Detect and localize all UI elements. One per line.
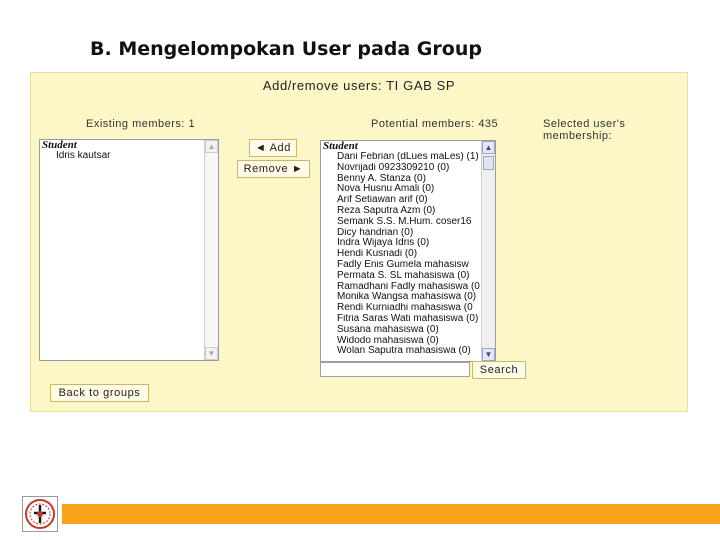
add-button[interactable]: ◄ Add [249,139,297,157]
potential-list-scrollbar[interactable]: ▲ ▼ [481,141,495,361]
potential-member-item[interactable]: Susana mahasiswa (0) [321,325,495,336]
back-to-groups-button[interactable]: Back to groups [50,384,149,402]
remove-button[interactable]: Remove ► [237,160,310,178]
search-input[interactable] [320,362,470,377]
potential-member-item[interactable]: Hendi Kusnadi (0) [321,249,495,260]
scroll-up-icon[interactable]: ▲ [205,140,218,153]
scroll-down-icon[interactable]: ▼ [205,347,218,360]
potential-member-item[interactable]: Semank S.S. M.Hum. coser16 [321,217,495,228]
potential-group-header: Student [323,140,358,152]
potential-member-item[interactable]: Reza Saputra Azm (0) [321,206,495,217]
university-logo [22,496,58,532]
potential-member-item[interactable]: Wolan Saputra mahasiswa (0) [321,346,495,357]
potential-member-item[interactable]: Novrijadi 0923309210 (0) [321,163,495,174]
selected-user-membership-label: Selected user's membership: [543,118,626,142]
existing-group-header: Student [42,139,77,151]
slide-title: B. Mengelompokan User pada Group [90,38,482,60]
potential-member-item[interactable]: Arif Setiawan arif (0) [321,195,495,206]
potential-member-item[interactable]: Rendi Kurniadhi mahasiswa (0 [321,303,495,314]
panel-heading: Add/remove users: TI GAB SP [262,78,456,93]
scroll-down-icon[interactable]: ▼ [482,348,495,361]
potential-member-item[interactable]: Ramadhani Fadly mahasiswa (0 [321,282,495,293]
potential-member-item[interactable]: Dicy handrian (0) [321,228,495,239]
existing-member-item[interactable]: Idris kautsar [40,151,218,162]
scroll-thumb[interactable] [483,156,494,170]
existing-list-scrollbar[interactable]: ▲ ▼ [204,140,218,360]
manage-group-members-panel: Add/remove users: TI GAB SP Existing mem… [30,72,688,412]
potential-member-item[interactable]: Nova Husnu Amali (0) [321,184,495,195]
potential-member-item[interactable]: Monika Wangsa mahasiswa (0) [321,292,495,303]
footer-bar [62,504,720,524]
existing-members-list[interactable]: Student Idris kautsar ▲ ▼ [39,139,219,361]
potential-member-item[interactable]: Fitria Saras Wati mahasiswa (0) [321,314,495,325]
search-button[interactable]: Search [472,361,526,379]
potential-member-item[interactable]: Dani Febrian (dLues maLes) (1) [321,152,495,163]
potential-members-list[interactable]: Student Dani Febrian (dLues maLes) (1) No… [320,140,496,362]
existing-members-label: Existing members: 1 [86,118,196,130]
scroll-up-icon[interactable]: ▲ [482,141,495,154]
potential-member-item[interactable]: Indra Wijaya Idris (0) [321,238,495,249]
potential-members-label: Potential members: 435 [371,118,499,130]
potential-member-item[interactable]: Benny A. Stanza (0) [321,174,495,185]
potential-member-item[interactable]: Permata S. SL mahasiswa (0) [321,271,495,282]
potential-member-item[interactable]: Fadly Enis Gumela mahasisw [321,260,495,271]
potential-member-item[interactable]: Widodo mahasiswa (0) [321,336,495,347]
